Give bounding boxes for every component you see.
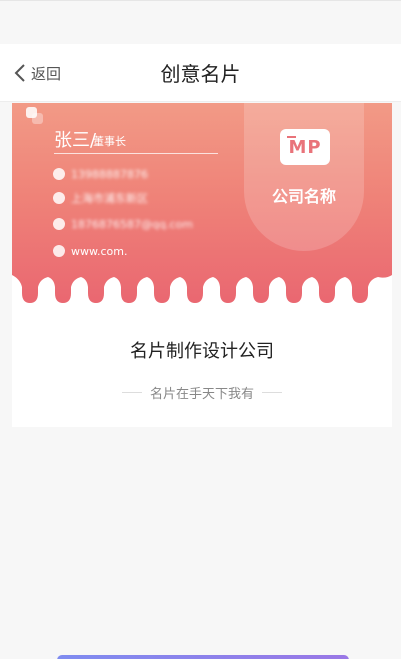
page-title: 创意名片 bbox=[160, 62, 241, 86]
email-text: 1876876587@qq.com bbox=[71, 217, 193, 231]
business-card-preview[interactable]: MP 公司名称 张三/ 董事长 13988887876 上海市浦东新区 1876… bbox=[12, 103, 392, 315]
person-title: 董事长 bbox=[93, 135, 126, 148]
phone-icon bbox=[53, 168, 65, 180]
slogan-divider-right bbox=[262, 391, 282, 393]
address-row: 上海市浦东新区 bbox=[53, 190, 148, 206]
logo-text: MP bbox=[288, 136, 322, 158]
card-corner-icon-shadow bbox=[32, 113, 43, 124]
email-row: 1876876587@qq.com bbox=[53, 216, 193, 232]
business-card-panel: MP 公司名称 张三/ 董事长 13988887876 上海市浦东新区 1876… bbox=[12, 103, 392, 427]
slogan-divider-left bbox=[121, 391, 142, 393]
person-name: 张三/ bbox=[54, 130, 97, 151]
navigation-bar: 返回 创意名片 bbox=[0, 44, 401, 102]
slogan-text: 名片在手天下我有 bbox=[149, 386, 254, 402]
address-text: 上海市浦东新区 bbox=[71, 192, 148, 205]
email-icon bbox=[53, 218, 65, 230]
logo-panel bbox=[244, 103, 364, 251]
slogan-row: 名片在手天下我有 bbox=[12, 383, 392, 402]
status-divider bbox=[0, 0, 401, 1]
company-logo: MP bbox=[280, 129, 330, 165]
drip-edge-decoration bbox=[12, 275, 392, 315]
bottom-action-button[interactable] bbox=[57, 655, 349, 659]
location-icon bbox=[53, 192, 65, 204]
phone-row: 13988887876 bbox=[53, 166, 148, 182]
company-label: 公司名称 bbox=[271, 187, 336, 206]
phone-text: 13988887876 bbox=[71, 167, 148, 181]
name-underline bbox=[54, 153, 218, 154]
company-name: 名片制作设计公司 bbox=[130, 341, 274, 362]
